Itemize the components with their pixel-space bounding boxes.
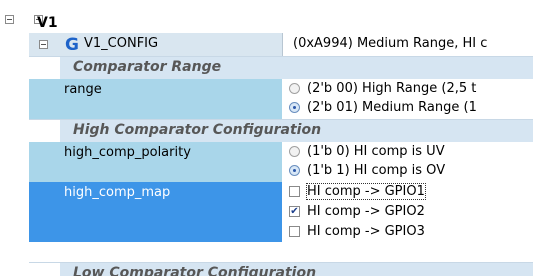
range-option-label: (2'b 01) Medium Range (1 bbox=[307, 100, 477, 115]
field-row-high-comp-map[interactable]: high_comp_map HI comp -> GPIO1 ✔ HI comp… bbox=[29, 182, 533, 242]
register-name: V1_CONFIG bbox=[84, 36, 159, 51]
register-collapse-icon[interactable] bbox=[39, 40, 48, 49]
checkbox-unchecked[interactable] bbox=[289, 186, 300, 197]
checkbox-checked[interactable]: ✔ bbox=[289, 206, 300, 217]
register-value: (0xA994) Medium Range, HI c bbox=[293, 36, 488, 51]
polarity-option-label: (1'b 0) HI comp is UV bbox=[307, 144, 445, 159]
register-tree: V1 G V1_CONFIG (0xA994) Medium Range, HI… bbox=[0, 0, 533, 276]
map-option-label: HI comp -> GPIO2 bbox=[307, 204, 425, 219]
field-label-cell: high_comp_polarity bbox=[29, 142, 283, 182]
field-row-high-comp-polarity[interactable]: high_comp_polarity (1'b 0) HI comp is UV… bbox=[29, 142, 533, 182]
radio-button-on[interactable] bbox=[289, 102, 300, 113]
register-row-v1-config[interactable]: G V1_CONFIG (0xA994) Medium Range, HI c bbox=[29, 33, 533, 56]
register-label-cell: G V1_CONFIG bbox=[29, 33, 282, 56]
range-option-label: (2'b 00) High Range (2,5 t bbox=[307, 81, 477, 96]
field-label-range: range bbox=[64, 82, 102, 97]
section-low-comparator: Low Comparator Configuration bbox=[29, 262, 533, 276]
field-label-cell: range bbox=[29, 79, 283, 119]
radio-button-on[interactable] bbox=[289, 165, 300, 176]
radio-button-off[interactable] bbox=[289, 83, 300, 94]
root-collapse-icon[interactable] bbox=[5, 15, 14, 24]
polarity-option-label: (1'b 1) HI comp is OV bbox=[307, 163, 446, 178]
section-title: Low Comparator Configuration bbox=[73, 265, 317, 276]
map-option-label: HI comp -> GPIO3 bbox=[307, 224, 425, 239]
field-value-cell: (1'b 0) HI comp is UV (1'b 1) HI comp is… bbox=[282, 142, 533, 182]
radio-button-off[interactable] bbox=[289, 146, 300, 157]
register-g-icon: G bbox=[65, 35, 79, 55]
checkbox-unchecked[interactable] bbox=[289, 226, 300, 237]
field-label-cell: high_comp_map bbox=[29, 182, 283, 242]
section-comparator-range: Comparator Range bbox=[29, 56, 533, 79]
section-high-comparator: High Comparator Configuration bbox=[29, 119, 533, 142]
field-row-range[interactable]: range (2'b 00) High Range (2,5 t (2'b 01… bbox=[29, 79, 533, 119]
field-label-high-comp-map: high_comp_map bbox=[64, 185, 171, 200]
field-value-cell: (2'b 00) High Range (2,5 t (2'b 01) Medi… bbox=[282, 79, 533, 119]
section-title: Comparator Range bbox=[73, 59, 222, 75]
section-title: High Comparator Configuration bbox=[73, 122, 322, 138]
field-value-cell: HI comp -> GPIO1 ✔ HI comp -> GPIO2 HI c… bbox=[282, 182, 533, 242]
root-label: V1 bbox=[37, 15, 58, 31]
register-value-cell[interactable]: (0xA994) Medium Range, HI c bbox=[282, 33, 533, 56]
field-label-high-comp-polarity: high_comp_polarity bbox=[64, 145, 191, 160]
tree-root-row[interactable]: V1 bbox=[29, 7, 533, 33]
map-option-label: HI comp -> GPIO1 bbox=[306, 183, 426, 200]
